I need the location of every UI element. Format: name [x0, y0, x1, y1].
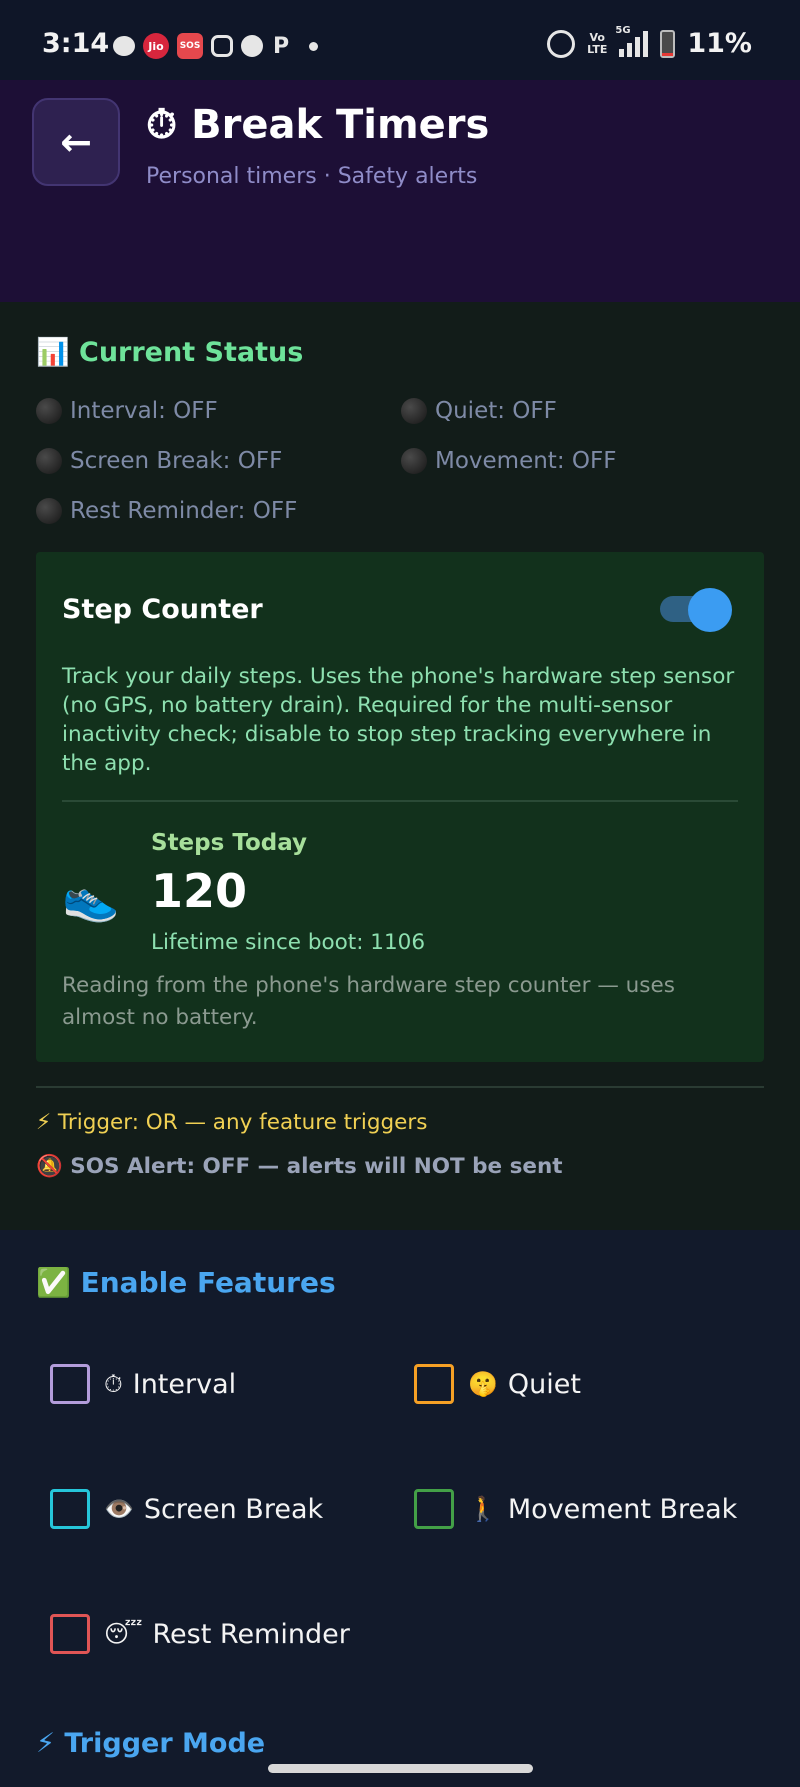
trigger-mode-title: ⚡ Trigger Mode: [36, 1728, 266, 1759]
shush-face-icon: 🤫: [468, 1370, 498, 1398]
status-rest-reminder: Rest Reminder: OFF: [36, 498, 297, 524]
back-button[interactable]: ←: [32, 98, 120, 186]
sos-alert-info: 🔕 SOS Alert: OFF — alerts will NOT be se…: [36, 1154, 563, 1179]
p-icon: P: [272, 33, 290, 59]
step-counter-title: Step Counter: [62, 594, 263, 625]
more-notifications-icon: [309, 41, 318, 51]
battery-icon: [660, 29, 676, 58]
status-movement: Movement: OFF: [401, 448, 616, 474]
toggle-knob: [688, 588, 732, 632]
signal-icon: 5G: [615, 25, 649, 57]
off-dot-icon: [401, 398, 427, 424]
notification-icons: Jio SOS P: [113, 33, 318, 59]
volte-icon: Vo LTE: [587, 30, 608, 56]
steps-today-label: Steps Today: [151, 830, 308, 856]
off-dot-icon: [401, 448, 427, 474]
step-counter-note: Reading from the phone's hardware step c…: [62, 973, 675, 1030]
step-counter-description: Track your daily steps. Uses the phone's…: [62, 664, 735, 776]
off-dot-icon: [36, 398, 62, 424]
screen-break-checkbox[interactable]: [50, 1489, 90, 1529]
step-counter-card: Step Counter Track your daily steps. Use…: [36, 552, 764, 1062]
status-screen-break: Screen Break: OFF: [36, 448, 282, 474]
battery-percent: 11%: [687, 28, 752, 59]
lifetime-steps: Lifetime since boot: 1106: [151, 930, 426, 955]
back-arrow-icon: ←: [60, 120, 92, 164]
current-status-title: 📊 Current Status: [36, 337, 304, 368]
feature-screen-break[interactable]: 👁️ Screen Break: [50, 1489, 323, 1529]
current-status-section: 📊 Current Status Interval: OFF Quiet: OF…: [0, 302, 800, 1230]
status-bar: 3:14 Jio SOS P Vo LTE 5G 11%: [0, 0, 800, 80]
system-icons: Vo LTE 5G 11%: [547, 25, 752, 59]
page-title: ⏱ Break Timers: [146, 102, 490, 148]
shoe-icon: 👟: [62, 870, 120, 924]
enable-features-title: ✅ Enable Features: [36, 1266, 336, 1299]
feature-quiet[interactable]: 🤫 Quiet: [414, 1364, 581, 1404]
step-counter-toggle[interactable]: [660, 588, 732, 632]
movement-break-checkbox[interactable]: [414, 1489, 454, 1529]
rest-reminder-checkbox[interactable]: [50, 1614, 90, 1654]
stopwatch-icon: ⏱: [104, 1370, 123, 1398]
eye-icon: 👁️: [104, 1495, 134, 1523]
battery-level: [662, 52, 674, 56]
status-quiet: Quiet: OFF: [401, 398, 557, 424]
off-dot-icon: [36, 498, 62, 524]
network-type: 5G: [615, 24, 631, 36]
alarm-icon: [547, 29, 576, 58]
trigger-info: ⚡ Trigger: OR — any feature triggers: [36, 1110, 428, 1135]
home-indicator[interactable]: [268, 1764, 533, 1773]
sos-icon: SOS: [177, 33, 203, 59]
jio-icon: Jio: [143, 33, 169, 59]
feature-interval[interactable]: ⏱ Interval: [50, 1364, 236, 1404]
status-interval: Interval: OFF: [36, 398, 218, 424]
status-time: 3:14: [42, 28, 110, 59]
circle-icon: [241, 35, 263, 57]
divider: [62, 800, 738, 802]
message-icon: [113, 36, 135, 56]
sleeping-face-icon: 😴: [104, 1620, 143, 1648]
steps-today-value: 120: [151, 864, 248, 918]
off-dot-icon: [36, 448, 62, 474]
walking-person-icon: 🚶: [468, 1495, 498, 1523]
quiet-checkbox[interactable]: [414, 1364, 454, 1404]
page-subtitle: Personal timers · Safety alerts: [146, 164, 478, 189]
instagram-icon: [211, 35, 233, 57]
feature-rest-reminder[interactable]: 😴 Rest Reminder: [50, 1614, 350, 1654]
interval-checkbox[interactable]: [50, 1364, 90, 1404]
divider: [36, 1086, 764, 1088]
feature-movement-break[interactable]: 🚶 Movement Break: [414, 1489, 737, 1529]
